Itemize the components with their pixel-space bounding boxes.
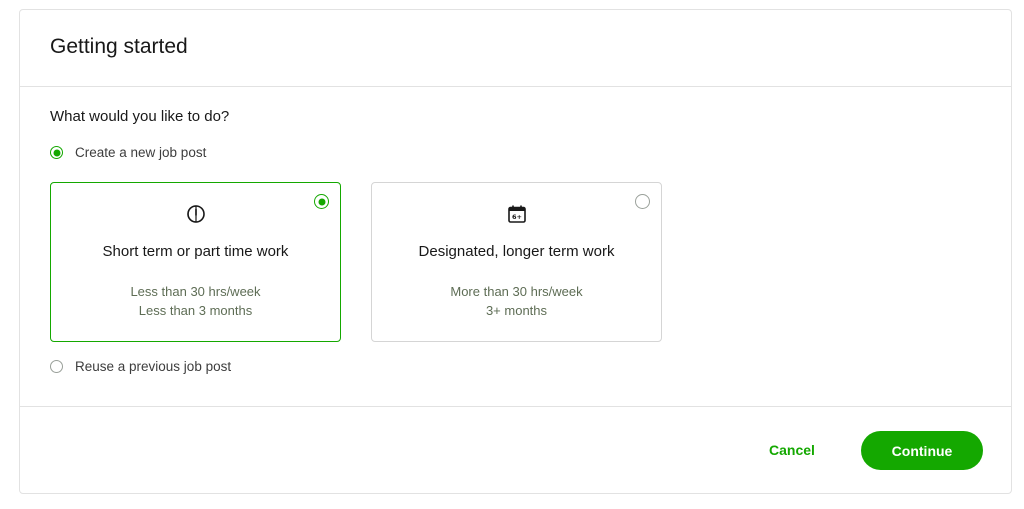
card-title: Designated, longer term work [418, 243, 615, 260]
cancel-button[interactable]: Cancel [761, 440, 823, 460]
create-new-label: Create a new job post [75, 145, 207, 160]
question-label: What would you like to do? [50, 108, 230, 125]
dialog-header: Getting started [20, 10, 1011, 87]
getting-started-dialog: Getting started What would you like to d… [19, 9, 1012, 494]
reuse-previous-radio[interactable] [50, 360, 63, 373]
calendar-icon-text: 6+ [512, 213, 522, 221]
dialog-body: What would you like to do? Create a new … [20, 87, 1011, 407]
card-duration: Less than 3 months [138, 303, 253, 318]
reuse-previous-job-post-option[interactable]: Reuse a previous job post [50, 359, 231, 374]
card-duration: 3+ months [485, 303, 548, 318]
short-term-card[interactable]: Short term or part time work Less than 3… [50, 182, 341, 342]
create-new-job-post-option[interactable]: Create a new job post [50, 145, 206, 160]
card-hours: More than 30 hrs/week [450, 284, 583, 299]
card-title: Short term or part time work [102, 243, 289, 260]
create-new-radio[interactable] [50, 146, 63, 159]
dialog-footer: Cancel Continue [20, 407, 1011, 493]
card-hours: Less than 30 hrs/week [130, 284, 261, 299]
clock-icon [51, 204, 340, 224]
reuse-previous-label: Reuse a previous job post [75, 359, 232, 374]
longer-term-card[interactable]: 6+ Designated, longer term work More tha… [371, 182, 662, 342]
calendar-icon: 6+ [372, 204, 661, 224]
dialog-title: Getting started [50, 35, 188, 58]
continue-button[interactable]: Continue [861, 431, 983, 470]
